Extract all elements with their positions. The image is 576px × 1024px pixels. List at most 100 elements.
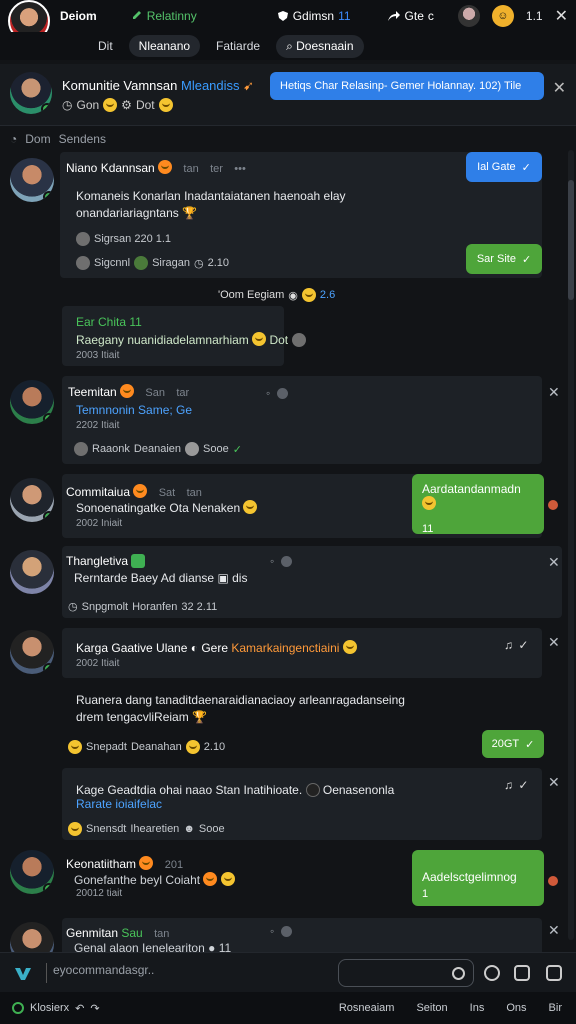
emoji-picker-icon[interactable] bbox=[484, 965, 500, 981]
scrollbar[interactable] bbox=[568, 150, 574, 940]
emoji-badge-icon[interactable]: ☺ bbox=[491, 5, 514, 27]
sender-name: Teemitan San tar bbox=[68, 384, 189, 399]
meta-time: Sau bbox=[121, 926, 143, 940]
sender-name-text: Thangletiva bbox=[66, 554, 129, 568]
share-button[interactable]: Gte c bbox=[387, 9, 434, 23]
tab-nleanano[interactable]: Nleanano bbox=[128, 35, 201, 57]
avatar[interactable] bbox=[10, 380, 54, 424]
message-text: Genal alaon Ieneleariton ● 11 bbox=[74, 940, 231, 952]
online-indicator bbox=[41, 103, 52, 114]
status-tag[interactable]: Relatinny bbox=[131, 9, 197, 23]
list-item[interactable]: Niano Kdannsan tan ter ••• Komaneis Kona… bbox=[0, 152, 576, 280]
list-item[interactable]: Kage Geadtdia ohai naao Stan Inatihioate… bbox=[0, 768, 576, 842]
pencil-icon bbox=[132, 11, 141, 19]
fire-emoji-icon bbox=[133, 484, 148, 498]
list-item[interactable]: Thangletiva ◦ Rerntarde Baey Ad dianse ▣… bbox=[0, 546, 576, 620]
forward-icon[interactable]: ↷ bbox=[90, 1002, 99, 1015]
divider-label: 'Oom Eegiam bbox=[218, 289, 285, 301]
sender-name: Keonatiitham 201 bbox=[66, 856, 183, 871]
menu-item-ons[interactable]: Ons bbox=[506, 1002, 526, 1014]
bottom-menu: Rosneaiam Seiton Ins Ons Bir bbox=[339, 1002, 562, 1014]
message-link[interactable]: Rarate ioiaifelac bbox=[76, 796, 162, 813]
tab-dit[interactable]: Dit bbox=[88, 35, 123, 57]
timestamp: 20012 tiait bbox=[76, 888, 123, 899]
app-logo-icon[interactable] bbox=[14, 965, 32, 981]
close-icon[interactable]: ✕ bbox=[548, 554, 560, 571]
close-icon[interactable]: ✕ bbox=[548, 922, 560, 939]
menu-item-ins[interactable]: Ins bbox=[470, 1002, 485, 1014]
pinned-avatar[interactable] bbox=[10, 72, 52, 114]
list-item[interactable]: Genmitan Sau tan ◦ Genal alaon Ieneleari… bbox=[0, 918, 576, 952]
close-icon[interactable]: ✕ bbox=[548, 634, 560, 651]
avatar[interactable] bbox=[10, 478, 54, 522]
camera-icon[interactable] bbox=[546, 965, 562, 981]
meta-extra: tan bbox=[154, 928, 170, 940]
group-indicator[interactable]: Gdimsn 11 bbox=[277, 9, 351, 23]
list-item[interactable]: Teemitan San tar ◦ Temnnonin Same; Ge 22… bbox=[0, 376, 576, 466]
message-input[interactable]: eyocommandasgr.. bbox=[46, 963, 286, 983]
search-field[interactable] bbox=[338, 959, 474, 987]
check-icon[interactable]: ♫ ✓ bbox=[504, 638, 529, 652]
user-avatar[interactable] bbox=[457, 5, 480, 27]
reply-bubble[interactable]: Aardatandanmadn 11 bbox=[412, 474, 544, 535]
reaction-line: Raaonk Deanaien Sooe ✓ bbox=[74, 442, 242, 456]
action-button-green[interactable]: Sar Site ✓ bbox=[466, 244, 542, 274]
message-line-1: Ruanera dang tanaditdaenaraidianaciaoy a… bbox=[76, 693, 405, 707]
menu-item-seiton[interactable]: Seiton bbox=[416, 1002, 447, 1014]
close-icon[interactable]: ✕ bbox=[553, 78, 566, 98]
list-item[interactable]: Karga Gaative Ulane ◐ Gere Kamarkaingenc… bbox=[0, 626, 576, 766]
list-item[interactable]: Keonatiitham 201 Gonefanthe beyl Coiaht … bbox=[0, 850, 576, 910]
pinned-conversation[interactable]: Komunitie Vamnsan Mleandiss ➹ ◷ Gon ⚙ Do… bbox=[0, 64, 576, 126]
avatar[interactable] bbox=[10, 922, 54, 952]
avatar[interactable] bbox=[10, 158, 54, 202]
sender-name-text: Teemitan bbox=[68, 385, 117, 399]
avatar[interactable] bbox=[10, 630, 54, 674]
section-icon: ◔ bbox=[10, 132, 18, 146]
meta-extra: ter bbox=[210, 163, 223, 175]
scrollbar-thumb[interactable] bbox=[568, 180, 574, 300]
attach-icon[interactable] bbox=[514, 965, 530, 981]
menu-item-bir[interactable]: Bir bbox=[549, 1002, 562, 1014]
sender-name-text: Keonatiitham bbox=[66, 857, 137, 871]
reaction-c: 2.10 bbox=[203, 741, 226, 753]
clock-icon: ◷ bbox=[68, 601, 78, 613]
smile-emoji-icon bbox=[342, 640, 357, 654]
reaction-b: Deanaien bbox=[133, 443, 182, 455]
group-count: 11 bbox=[338, 9, 351, 23]
action-button-blue[interactable]: Ial Gate ✓ bbox=[466, 152, 542, 182]
fire-emoji-icon bbox=[120, 384, 135, 398]
more-icon[interactable]: ◦ bbox=[270, 554, 293, 568]
message-line-2: drem tengacvliReiam 🏆 bbox=[76, 709, 476, 726]
action-button-green[interactable]: 20GT ✓ bbox=[482, 730, 544, 758]
menu-item-rosneaiam[interactable]: Rosneaiam bbox=[339, 1002, 395, 1014]
more-icon[interactable]: ◦ bbox=[270, 924, 293, 938]
message-suffix: Dot bbox=[269, 333, 289, 347]
avatar[interactable] bbox=[10, 550, 54, 594]
smile-emoji-icon bbox=[243, 500, 258, 514]
close-icon[interactable]: ✕ bbox=[555, 6, 568, 26]
meta-extra: tar bbox=[176, 387, 190, 399]
avatar[interactable] bbox=[10, 850, 54, 894]
reply-bubble[interactable]: Aadelsctgelimnog 1 bbox=[412, 850, 544, 906]
tab-search[interactable]: ⌕ Doesnaain bbox=[276, 34, 364, 58]
timestamp: 2202 Itiait bbox=[76, 420, 120, 431]
list-item[interactable]: Commitaiua Sat tan Sonoenatingatke Ota N… bbox=[0, 474, 576, 540]
list-item[interactable]: Ear Chita 11 Raegany nuanidiadelamnarhia… bbox=[0, 306, 576, 368]
check-icon: ✓ bbox=[521, 161, 531, 174]
more-icon[interactable]: ◦ bbox=[266, 386, 289, 400]
reaction-a: Snpgmolt bbox=[81, 600, 129, 613]
pinned-banner[interactable]: Hetiqs Char Relasinp- Gemer Holannay. 10… bbox=[270, 72, 544, 100]
back-icon[interactable]: ↶ bbox=[75, 1002, 84, 1015]
more-icon[interactable]: ••• bbox=[234, 163, 246, 175]
status-area[interactable]: Klosierx ↶ ↷ bbox=[12, 1002, 100, 1015]
message-link[interactable]: Temnnonin Same; Ge bbox=[76, 402, 192, 419]
timestamp: 2002 Itiait bbox=[76, 658, 120, 669]
check-icon: ✓ bbox=[521, 253, 532, 266]
check-icon[interactable]: ♫ ✓ bbox=[504, 778, 529, 792]
tab-fatiarde[interactable]: Fatiarde bbox=[206, 35, 270, 57]
search-icon[interactable] bbox=[452, 967, 465, 980]
close-icon[interactable]: ✕ bbox=[548, 384, 560, 401]
composer-bar: eyocommandasgr.. bbox=[0, 952, 576, 992]
close-icon[interactable]: ✕ bbox=[548, 774, 560, 791]
trophy-icon: 🏆 bbox=[192, 710, 208, 724]
